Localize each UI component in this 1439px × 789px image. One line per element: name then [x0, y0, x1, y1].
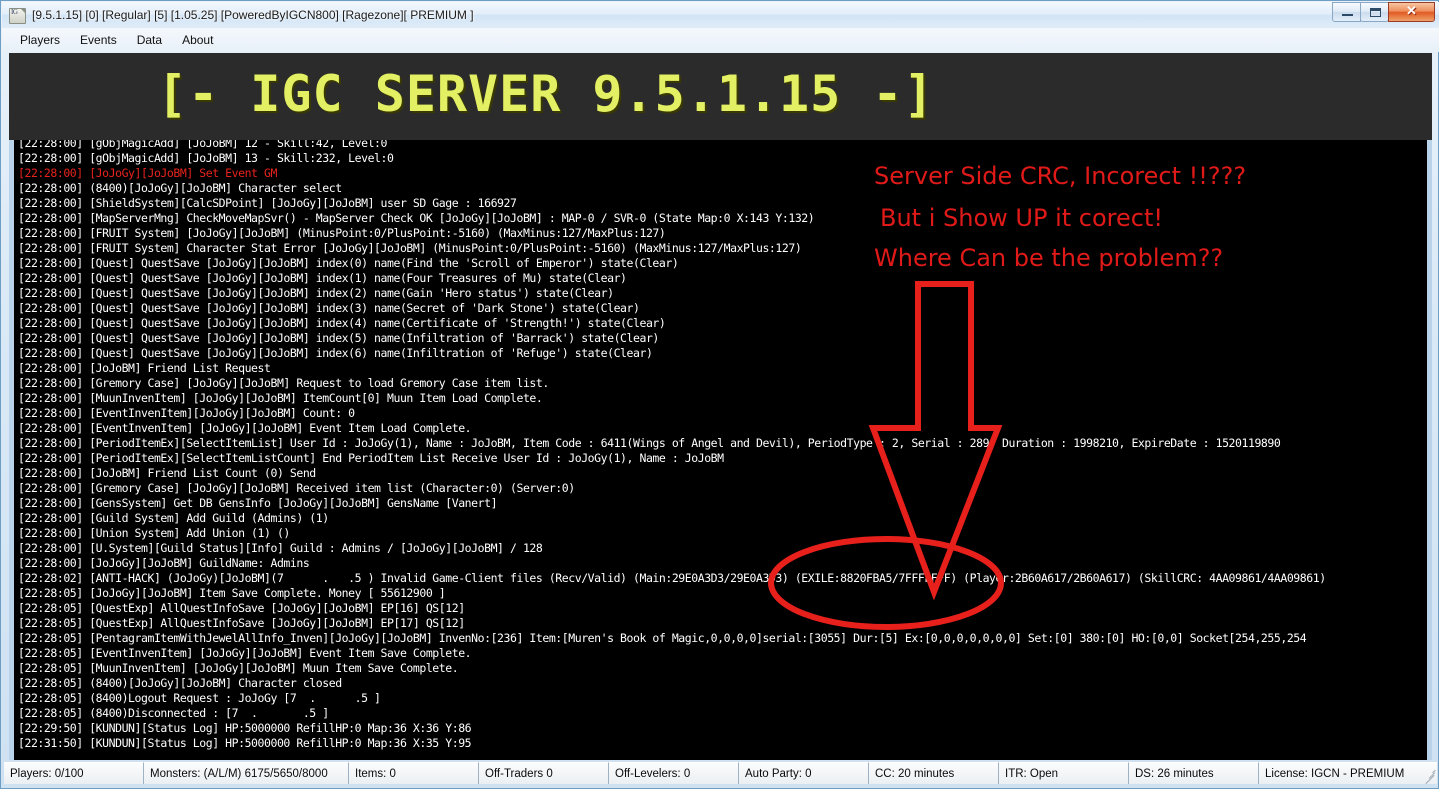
log-line: [22:28:00] [EventInvenItem][JoJoGy][JoJo… — [18, 406, 355, 420]
status-cell-label: Items: 0 — [355, 767, 396, 780]
log-line: [22:28:00] [MuunInvenItem] [JoJoGy][JoJo… — [18, 391, 543, 405]
status-cell-label: DS: 26 minutes — [1135, 767, 1214, 780]
status-bar: Players: 0/100 Monsters: (A/L/M) 6175/565… — [4, 762, 1437, 784]
log-line: [22:28:00] [JoJoBM] Friend List Count (0… — [18, 466, 316, 480]
status-cell-label: Monsters: (A/L/M) 6175/5650/8000 — [150, 767, 328, 780]
app-icon-label: IG — [11, 8, 18, 16]
status-cell-9: License: IGCN - PREMIUM — [1259, 762, 1437, 784]
log-line: [22:28:00] [gObjMagicAdd] [JoJoBM] 13 - … — [18, 151, 394, 165]
status-cell-label: Off-Levelers: 0 — [615, 767, 691, 780]
log-line: [22:28:00] [Quest] QuestSave [JoJoGy][Jo… — [18, 286, 614, 300]
log-line: [22:28:00] [ShieldSystem][CalcSDPoint] [… — [18, 196, 517, 210]
resize-grip-icon[interactable] — [1421, 768, 1436, 784]
log-line: [22:28:05] [QuestExp] AllQuestInfoSave [… — [18, 601, 465, 615]
window-controls: ✕ — [1332, 2, 1435, 28]
menu-item-data[interactable]: Data — [127, 30, 172, 50]
menu-item-players[interactable]: Players — [10, 30, 70, 50]
log-lines-container: [22:28:00] [gObjMagicAdd] [JoJoBM] 12 - … — [18, 140, 1326, 751]
log-line: [22:28:05] [EventInvenItem] [JoJoGy][JoJ… — [18, 646, 472, 660]
status-cell-6: CC: 20 minutes — [869, 762, 999, 784]
log-line: [22:28:00] [JoJoGy][JoJoBM] Set Event GM — [18, 166, 277, 180]
status-cell-3: Off-Traders 0 — [479, 762, 609, 784]
status-cell-5: Auto Party: 0 — [739, 762, 869, 784]
log-line: [22:28:00] [GensSystem] Get DB GensInfo … — [18, 496, 498, 510]
status-cell-label: ITR: Open — [1005, 767, 1059, 780]
maximize-button[interactable] — [1360, 2, 1389, 22]
status-cell-4: Off-Levelers: 0 — [609, 762, 739, 784]
application-window: IG [9.5.1.15] [0] [Regular] [5] [1.05.25… — [0, 0, 1439, 789]
log-line: [22:28:05] (8400)[JoJoGy][JoJoBM] Charac… — [18, 676, 342, 690]
minimize-icon — [1342, 14, 1353, 16]
log-line: [22:28:00] [MapServerMng] CheckMoveMapSv… — [18, 211, 815, 225]
log-line: [22:29:50] [KUNDUN][Status Log] HP:50000… — [18, 721, 472, 735]
status-cell-1: Monsters: (A/L/M) 6175/5650/8000 — [144, 762, 349, 784]
maximize-icon — [1370, 8, 1381, 17]
log-line: [22:28:00] [gObjMagicAdd] [JoJoBM] 12 - … — [18, 140, 387, 150]
status-cell-label: Players: 0/100 — [10, 767, 84, 780]
status-cell-7: ITR: Open — [999, 762, 1129, 784]
log-line: [22:28:00] [Gremory Case] [JoJoGy][JoJoB… — [18, 481, 575, 495]
log-line: [22:28:00] [Guild System] Add Guild (Adm… — [18, 511, 329, 525]
server-log-console[interactable]: [22:28:00] [gObjMagicAdd] [JoJoBM] 12 - … — [9, 140, 1432, 760]
log-line: [22:28:00] [JoJoGy][JoJoBM] GuildName: A… — [18, 556, 310, 570]
close-button[interactable]: ✕ — [1388, 2, 1435, 22]
status-cell-label: Auto Party: 0 — [745, 767, 812, 780]
log-line: [22:28:00] [PeriodItemEx][SelectItemList… — [18, 451, 724, 465]
log-line: [22:28:02] [ANTI-HACK] (JoJoGy)[JoJoBM](… — [18, 571, 1326, 585]
log-line: [22:28:00] [Quest] QuestSave [JoJoGy][Jo… — [18, 316, 666, 330]
status-cell-label: Off-Traders 0 — [485, 767, 553, 780]
status-cell-label: CC: 20 minutes — [875, 767, 955, 780]
log-line: [22:28:05] [QuestExp] AllQuestInfoSave [… — [18, 616, 465, 630]
log-line: [22:28:00] [U.System][Guild Status][Info… — [18, 541, 543, 555]
log-line: [22:28:00] [Quest] QuestSave [JoJoGy][Jo… — [18, 331, 659, 345]
log-line: [22:28:00] (8400)[JoJoGy][JoJoBM] Charac… — [18, 181, 342, 195]
log-line: [22:28:00] [Union System] Add Union (1) … — [18, 526, 290, 540]
menu-bar: Players Events Data About — [2, 28, 1439, 52]
log-line: [22:28:00] [FRUIT System] [JoJoGy][JoJoB… — [18, 226, 666, 240]
log-line: [22:28:05] [MuunInvenItem] [JoJoGy][JoJo… — [18, 661, 459, 675]
log-line: [22:28:00] [Quest] QuestSave [JoJoGy][Jo… — [18, 271, 627, 285]
app-icon: IG — [8, 6, 26, 24]
close-icon: ✕ — [1406, 3, 1417, 18]
log-line: [22:28:00] [Quest] QuestSave [JoJoGy][Jo… — [18, 346, 653, 360]
status-cell-8: DS: 26 minutes — [1129, 762, 1259, 784]
menu-item-events[interactable]: Events — [70, 30, 127, 50]
window-frame: IG [9.5.1.15] [0] [Regular] [5] [1.05.25… — [0, 0, 1439, 789]
log-line: [22:28:05] [JoJoGy][JoJoBM] Item Save Co… — [18, 586, 446, 600]
log-line: [22:28:00] [FRUIT System] Character Stat… — [18, 241, 802, 255]
status-cell-label: License: IGCN - PREMIUM — [1265, 767, 1405, 780]
title-bar[interactable]: IG [9.5.1.15] [0] [Regular] [5] [1.05.25… — [2, 2, 1439, 28]
log-line: [22:28:00] [Quest] QuestSave [JoJoGy][Jo… — [18, 301, 640, 315]
menu-item-about[interactable]: About — [172, 30, 223, 50]
log-line: [22:28:05] (8400)Logout Request : JoJoGy… — [18, 691, 381, 705]
log-line: [22:28:05] (8400)Disconnected : [7 . .5 … — [18, 706, 329, 720]
log-line: [22:28:00] [PeriodItemEx][SelectItemList… — [18, 436, 1281, 450]
window-title: [9.5.1.15] [0] [Regular] [5] [1.05.25] [… — [32, 8, 474, 22]
server-banner: [- IGC SERVER 9.5.1.15 -] — [9, 53, 1432, 140]
log-line: [22:28:00] [EventInvenItem] [JoJoGy][JoJ… — [18, 421, 472, 435]
log-line: [22:28:05] [PentagramItemWithJewelAllInf… — [18, 631, 1307, 645]
banner-title: [- IGC SERVER 9.5.1.15 -] — [157, 65, 935, 123]
log-line: [22:28:00] [Gremory Case] [JoJoGy][JoJoB… — [18, 376, 549, 390]
minimize-button[interactable] — [1332, 2, 1361, 22]
status-cell-2: Items: 0 — [349, 762, 479, 784]
log-line: [22:28:00] [JoJoBM] Friend List Request — [18, 361, 271, 375]
log-line: [22:28:00] [Quest] QuestSave [JoJoGy][Jo… — [18, 256, 679, 270]
log-line: [22:31:50] [KUNDUN][Status Log] HP:50000… — [18, 736, 472, 750]
status-cell-0: Players: 0/100 — [4, 762, 144, 784]
